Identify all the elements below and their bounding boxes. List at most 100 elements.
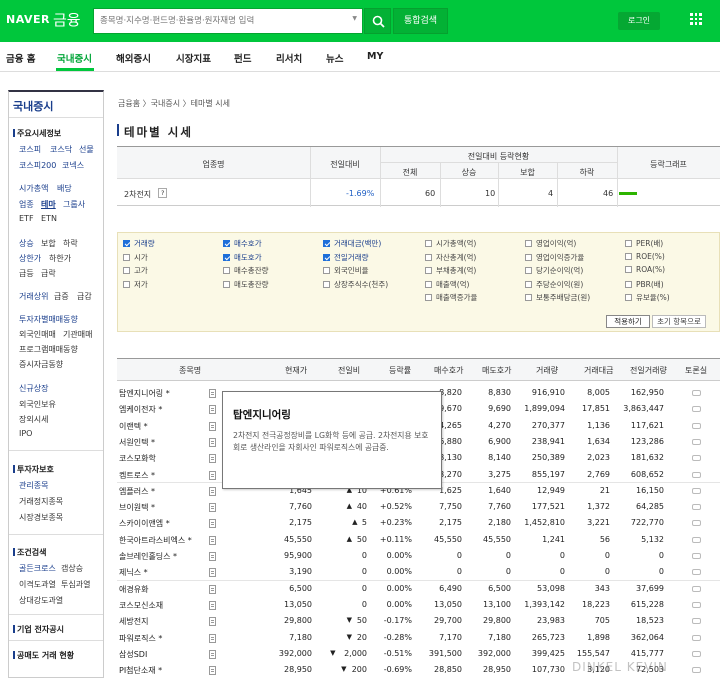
sidebar-item-rsi[interactable]: 상대강도과열 (19, 595, 63, 606)
checkbox-icon[interactable] (425, 240, 432, 247)
document-icon[interactable] (209, 568, 216, 578)
sidebar-item-otc[interactable]: 장외시세 (19, 414, 48, 425)
discussion-icon[interactable] (692, 487, 701, 494)
sidebar-item-sentiment[interactable]: 투심과열 (61, 579, 90, 590)
checkbox-icon[interactable] (525, 267, 532, 274)
chevron-down-icon[interactable]: ▼ (352, 15, 357, 22)
checkbox-icon[interactable] (223, 280, 230, 288)
sidebar-item-lower-limit[interactable]: 하한가 (49, 253, 71, 264)
sidebar-item-new-listing[interactable]: 신규상장 (19, 383, 48, 394)
option-checkbox[interactable]: 자산총계(억) (425, 252, 476, 263)
stock-name-cell[interactable]: 세방전지 (119, 616, 148, 627)
checkbox-icon[interactable] (625, 294, 632, 301)
document-icon[interactable] (209, 454, 216, 464)
option-checkbox[interactable]: ROA(%) (625, 265, 665, 274)
stock-name-cell[interactable]: 코스모화학 (119, 453, 156, 464)
stock-name-cell[interactable]: 스카이이앤엠 * (119, 518, 170, 529)
sidebar-item-golden-cross[interactable]: 골든크로스 (19, 563, 56, 574)
stock-name-cell[interactable]: 솔브레인홀딩스 * (119, 551, 177, 562)
discussion-icon[interactable] (692, 455, 701, 462)
sidebar-title[interactable]: 국내증시 (13, 98, 53, 114)
sidebar-item-inst-trade[interactable]: 기관매매 (63, 329, 92, 340)
table-row[interactable]: 코스모신소재 13,050 0 0.00% 13,050 13,100 1,393,142 1… (117, 597, 720, 613)
discussion-icon[interactable] (692, 471, 701, 478)
stock-name-cell[interactable]: 탑엔지니어링 * (119, 388, 170, 399)
table-row[interactable]: 한국아트라스비엑스 * 45,550 50 +0.11% 45,550 45,550 1,2… (117, 532, 720, 548)
nav-news[interactable]: 뉴스 (326, 51, 343, 65)
option-checkbox[interactable]: 저가 (123, 279, 148, 290)
breadcrumb[interactable]: 금융홈 〉국내증시 〉테마별 시세 (118, 98, 230, 109)
option-checkbox[interactable]: 유보율(%) (625, 292, 670, 303)
stock-name-cell[interactable]: 브이원텍 * (119, 502, 155, 513)
option-checkbox[interactable]: 매도호가 (223, 252, 262, 263)
option-checkbox[interactable]: 부채총계(억) (425, 265, 476, 276)
sidebar-item-sector[interactable]: 업종 (19, 199, 34, 210)
search-box[interactable]: ▼ (93, 8, 363, 34)
table-row[interactable]: 파워로직스 * 7,180 20 -0.28% 7,170 7,180 265,723 1,8… (117, 630, 720, 646)
discussion-icon[interactable] (692, 406, 701, 413)
sidebar-head-protect[interactable]: 투자자보호 (13, 464, 54, 475)
sidebar-head-main[interactable]: 주요시세정보 (12, 128, 61, 139)
sidebar-item-surge[interactable]: 급등 (19, 268, 34, 279)
document-icon[interactable] (209, 535, 216, 545)
sidebar-item-rise[interactable]: 상승 (19, 238, 34, 249)
table-row[interactable]: 제닉스 * 3,190 0 0.00% 0 0 0 0 0 (117, 564, 720, 580)
option-checkbox[interactable]: 매출액증가율 (425, 292, 477, 303)
checkbox-icon[interactable] (223, 267, 230, 274)
sidebar-item-kospi[interactable]: 코스피 (19, 144, 41, 155)
document-icon[interactable] (209, 470, 216, 480)
sidebar-item-suspended[interactable]: 거래정지종목 (19, 496, 63, 507)
checkbox-icon[interactable] (425, 253, 432, 261)
discussion-icon[interactable] (692, 390, 701, 396)
discussion-icon[interactable] (692, 438, 701, 445)
checkbox-icon[interactable] (425, 294, 432, 301)
table-row[interactable]: 스카이이앤엠 * 2,175 5 +0.23% 2,175 2,180 1,452,810 3… (117, 515, 720, 531)
stock-name-cell[interactable]: 엠케이전자 * (119, 404, 162, 415)
nav-my[interactable]: MY (367, 51, 383, 62)
sidebar-item-disparity[interactable]: 이격도과열 (19, 579, 56, 590)
nav-research[interactable]: 리서치 (276, 51, 302, 65)
discussion-icon[interactable] (692, 667, 701, 674)
table-row[interactable]: 솔브레인홀딩스 * 95,900 0 0.00% 0 0 0 0 0 (117, 548, 720, 564)
option-checkbox[interactable]: 매수호가 (223, 238, 262, 249)
sidebar-item-kospi200[interactable]: 코스피200 (19, 160, 56, 171)
apply-button[interactable]: 적용하기 (606, 315, 650, 328)
sidebar-item-plunge[interactable]: 급락 (41, 268, 56, 279)
sidebar-item-funds[interactable]: 증시자금동향 (19, 359, 63, 370)
option-checkbox[interactable]: 시가 (123, 252, 148, 263)
sidebar-item-konex[interactable]: 코넥스 (62, 160, 84, 171)
checkbox-icon[interactable] (625, 252, 632, 260)
sidebar-item-futures[interactable]: 선물 (79, 144, 94, 155)
stock-name-cell[interactable]: 삼성SDI (119, 649, 147, 660)
help-icon[interactable]: ? (158, 188, 168, 198)
sidebar-item-kosdaq[interactable]: 코스닥 (50, 144, 72, 155)
option-checkbox[interactable]: 외국인비율 (323, 265, 369, 276)
option-checkbox[interactable]: 상장주식수(천주) (323, 279, 388, 290)
sidebar-item-disclosure[interactable]: 기업 전자공시 (13, 624, 64, 635)
stock-name-cell[interactable]: 이랜텍 * (119, 421, 148, 432)
document-icon[interactable] (209, 552, 216, 561)
sidebar-item-top-volume[interactable]: 거래상위 (19, 291, 48, 302)
discussion-icon[interactable] (692, 520, 701, 527)
document-icon[interactable] (209, 600, 216, 610)
document-icon[interactable] (209, 649, 216, 659)
apps-grid-icon[interactable] (690, 13, 702, 25)
discussion-icon[interactable] (692, 601, 701, 608)
stock-name-cell[interactable]: 한국아트라스비엑스 * (119, 535, 192, 546)
sidebar-item-foreign-trade[interactable]: 외국인매매 (19, 329, 56, 340)
discussion-icon[interactable] (692, 536, 701, 543)
sidebar-item-volume-drop[interactable]: 급감 (77, 291, 92, 302)
checkbox-checked-icon[interactable] (223, 240, 230, 247)
document-icon[interactable] (209, 437, 216, 447)
checkbox-icon[interactable] (625, 280, 632, 288)
discussion-icon[interactable] (692, 585, 701, 592)
stock-name-cell[interactable]: 애경유화 (119, 584, 148, 595)
checkbox-icon[interactable] (625, 266, 632, 273)
document-icon[interactable] (209, 421, 216, 431)
discussion-icon[interactable] (692, 553, 701, 559)
stock-name-cell[interactable]: 코스모신소재 (119, 600, 163, 611)
option-checkbox[interactable]: PBR(배) (625, 279, 664, 290)
table-row[interactable]: 브이원텍 * 7,760 40 +0.52% 7,750 7,760 177,521 1,37… (117, 499, 720, 515)
option-checkbox[interactable]: 전일거래량 (323, 252, 369, 263)
option-checkbox[interactable]: 거래량 (123, 238, 155, 249)
